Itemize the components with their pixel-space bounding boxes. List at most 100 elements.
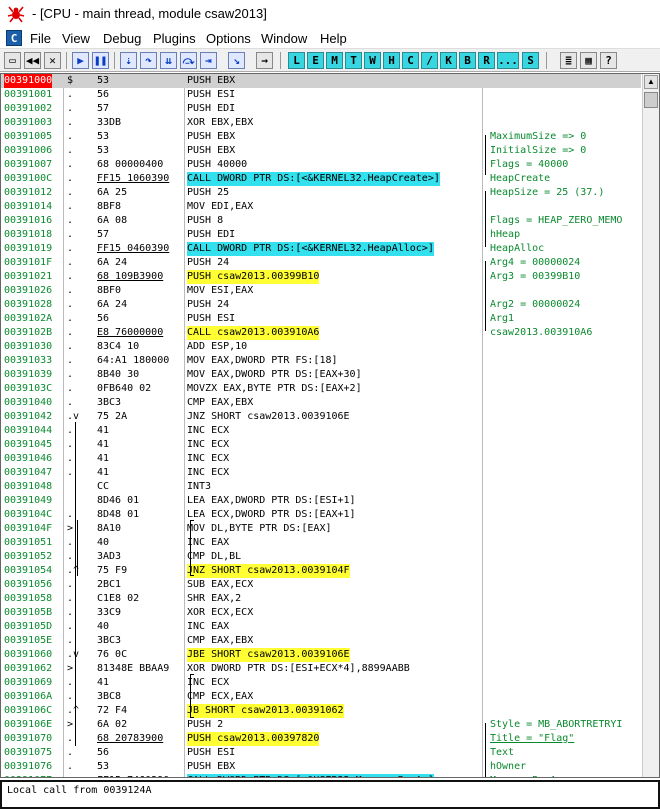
close-icon[interactable]: ✕: [44, 52, 61, 69]
memory-window-button[interactable]: M: [326, 52, 343, 69]
menu-options[interactable]: Options: [206, 31, 251, 46]
open-icon[interactable]: ▭: [4, 52, 21, 69]
disasm-row[interactable]: 00391076. 53 PUSH EBX hOwner: [1, 760, 641, 774]
disasm-row[interactable]: 00391001. 56 PUSH ESI: [1, 88, 641, 102]
row-hex-bytes: 64:A1 180000: [97, 355, 170, 366]
disasm-row[interactable]: 00391044. 41 INC ECX: [1, 424, 641, 438]
disasm-row[interactable]: 00391000 $53 PUSH EBX: [1, 74, 641, 88]
disasm-row[interactable]: 0039103C. 0FB640 02 MOVZX EAX,BYTE PTR DS:…: [1, 382, 641, 396]
disasm-row[interactable]: 00391030. 83C4 10 ADD ESP,10: [1, 340, 641, 354]
step-into-icon[interactable]: ⇣: [120, 52, 137, 69]
list-icon[interactable]: ≣: [560, 52, 577, 69]
disasm-row[interactable]: 00391049 8D46 01 LEA EAX,DWORD PTR DS:[ESI…: [1, 494, 641, 508]
disasm-row[interactable]: 00391039. 8B40 30 MOV EAX,DWORD PTR DS:[EA…: [1, 368, 641, 382]
disasm-row[interactable]: 0039106A. 3BC8 CMP ECX,EAX: [1, 690, 641, 704]
scroll-up-icon[interactable]: ▲: [644, 75, 658, 89]
scroll-thumb[interactable]: [644, 92, 658, 108]
cpu-window-button[interactable]: C: [402, 52, 419, 69]
help-icon[interactable]: ?: [600, 52, 617, 69]
disasm-row[interactable]: 00391007. 68 00000400 PUSH 40000 Flags = 40…: [1, 158, 641, 172]
windows-window-button[interactable]: W: [364, 52, 381, 69]
disasm-row[interactable]: 00391077. FF15 7460390 CALL DWORD PTR DS:[…: [1, 774, 641, 777]
disasm-row[interactable]: 0039102B. E8 76000000 CALL csaw2013.003910…: [1, 326, 641, 340]
trace-over-icon[interactable]: ⤼: [180, 52, 197, 69]
disasm-row[interactable]: 0039104C. 8D48 01 LEA ECX,DWORD PTR DS:[EA…: [1, 508, 641, 522]
handles-window-button[interactable]: H: [383, 52, 400, 69]
disasm-row[interactable]: 0039106C .^ 72 F4 JB SHORT csaw2013.0039106…: [1, 704, 641, 718]
log-window-button[interactable]: L: [288, 52, 305, 69]
disasm-row[interactable]: 00391019. FF15 0460390 CALL DWORD PTR DS:[…: [1, 242, 641, 256]
patches-window-button[interactable]: /: [421, 52, 438, 69]
disasm-row[interactable]: 00391045. 41 INC ECX: [1, 438, 641, 452]
menu-debug[interactable]: Debug: [103, 31, 141, 46]
disasm-row[interactable]: 0039100C. FF15 1060390 CALL DWORD PTR DS:[…: [1, 172, 641, 186]
window-title: - [CPU - main thread, module csaw2013]: [32, 6, 267, 21]
disasm-row[interactable]: 00391002. 57 PUSH EDI: [1, 102, 641, 116]
run-icon[interactable]: ▶: [72, 52, 89, 69]
menu-help[interactable]: Help: [320, 31, 347, 46]
disasm-row[interactable]: 00391069. 41 INC ECX: [1, 676, 641, 690]
disasm-row[interactable]: 00391006. 53 PUSH EBX InitialSize => 0: [1, 144, 641, 158]
callstack-window-button[interactable]: K: [440, 52, 457, 69]
row-hex-bytes: 72 F4: [97, 705, 128, 716]
disasm-row[interactable]: 00391021. 68 109B3900 PUSH csaw2013.00399B…: [1, 270, 641, 284]
disasm-row[interactable]: 00391016. 6A 08 PUSH 8 Flags = HEAP_ZERO_ME…: [1, 214, 641, 228]
source-window-button[interactable]: S: [522, 52, 539, 69]
disasm-row[interactable]: 00391056. 2BC1 SUB EAX,ECX: [1, 578, 641, 592]
disasm-row[interactable]: 00391070. 68 20783900 PUSH csaw2013.003978…: [1, 732, 641, 746]
animate-icon[interactable]: →: [256, 52, 273, 69]
cpu-window-icon[interactable]: C: [6, 30, 22, 46]
breakpoints-window-button[interactable]: B: [459, 52, 476, 69]
menu-file[interactable]: File: [30, 31, 51, 46]
row-marker: .: [67, 425, 74, 436]
menu-plugins[interactable]: Plugins: [153, 31, 196, 46]
disasm-row[interactable]: 00391046. 41 INC ECX: [1, 452, 641, 466]
disasm-row[interactable]: 0039101F. 6A 24 PUSH 24 Arg4 = 00000024: [1, 256, 641, 270]
threads-window-button[interactable]: T: [345, 52, 362, 69]
rewind-icon[interactable]: ◀◀: [24, 52, 41, 69]
disasm-row[interactable]: 00391052. 3AD3 CMP DL,BL: [1, 550, 641, 564]
disasm-row[interactable]: 00391028. 6A 24 PUSH 24 Arg2 = 00000024: [1, 298, 641, 312]
disasm-row[interactable]: 00391003. 33DB XOR EBX,EBX: [1, 116, 641, 130]
pause-icon[interactable]: ❚❚: [92, 52, 109, 69]
disasm-row[interactable]: 00391048 CC INT3: [1, 480, 641, 494]
disasm-row[interactable]: 0039102A. 56 PUSH ESI Arg1: [1, 312, 641, 326]
row-disassembly: ADD ESP,10: [187, 341, 248, 352]
grid-icon[interactable]: ▦: [580, 52, 597, 69]
row-marker: >: [67, 719, 74, 730]
disasm-row[interactable]: 00391054 .^ 75 F9 JNZ SHORT csaw2013.003910…: [1, 564, 641, 578]
run-trace-window-button[interactable]: ...: [497, 52, 519, 69]
disasm-row[interactable]: 0039105D. 40 INC EAX: [1, 620, 641, 634]
modules-window-button[interactable]: E: [307, 52, 324, 69]
disasm-row[interactable]: 00391047. 41 INC ECX: [1, 466, 641, 480]
disasm-row[interactable]: 00391051. 40 INC EAX: [1, 536, 641, 550]
disasm-row[interactable]: 00391060 .v 76 0C JBE SHORT csaw2013.003910…: [1, 648, 641, 662]
vertical-scrollbar[interactable]: ▲: [642, 74, 659, 777]
menu-view[interactable]: View: [62, 31, 90, 46]
disasm-row[interactable]: 00391014. 8BF8 MOV EDI,EAX: [1, 200, 641, 214]
disasm-row[interactable]: 0039106E >6A 02 PUSH 2 Style = MB_ABORTRETR…: [1, 718, 641, 732]
row-disassembly: PUSH EBX: [187, 75, 236, 86]
row-hex-bytes: 3BC3: [97, 397, 122, 408]
disassembly-pane[interactable]: 00391000 $53 PUSH EBX 00391001. 56 PUSH ESI 00…: [0, 73, 660, 778]
menu-window[interactable]: Window: [261, 31, 307, 46]
disasm-row[interactable]: 00391042 .v 75 2A JNZ SHORT csaw2013.003910…: [1, 410, 641, 424]
disasm-row[interactable]: 00391058. C1E8 02 SHR EAX,2: [1, 592, 641, 606]
execute-till-return-icon[interactable]: ⇥: [200, 52, 217, 69]
goto-icon[interactable]: ↘: [228, 52, 245, 69]
disasm-row[interactable]: 00391018. 57 PUSH EDI hHeap: [1, 228, 641, 242]
disasm-row[interactable]: 00391033. 64:A1 180000 MOV EAX,DWORD PTR F…: [1, 354, 641, 368]
disasm-row[interactable]: 00391062 >81348E BBAA9 XOR DWORD PTR DS:[E…: [1, 662, 641, 676]
disasm-row[interactable]: 0039104F >8A10 MOV DL,BYTE PTR DS:[EAX]: [1, 522, 641, 536]
disasm-row[interactable]: 00391075. 56 PUSH ESI Text: [1, 746, 641, 760]
disasm-row[interactable]: 0039105B. 33C9 XOR ECX,ECX: [1, 606, 641, 620]
disasm-row[interactable]: 00391005. 53 PUSH EBX MaximumSize => 0: [1, 130, 641, 144]
row-comment: HeapSize = 25 (37.): [490, 187, 605, 198]
trace-into-icon[interactable]: ⇊: [160, 52, 177, 69]
disasm-row[interactable]: 00391012. 6A 25 PUSH 25 HeapSize = 25 (37.): [1, 186, 641, 200]
step-over-icon[interactable]: ↷: [140, 52, 157, 69]
disasm-row[interactable]: 00391026. 8BF0 MOV ESI,EAX: [1, 284, 641, 298]
disasm-row[interactable]: 0039105E. 3BC3 CMP EAX,EBX: [1, 634, 641, 648]
references-window-button[interactable]: R: [478, 52, 495, 69]
disasm-row[interactable]: 00391040. 3BC3 CMP EAX,EBX: [1, 396, 641, 410]
